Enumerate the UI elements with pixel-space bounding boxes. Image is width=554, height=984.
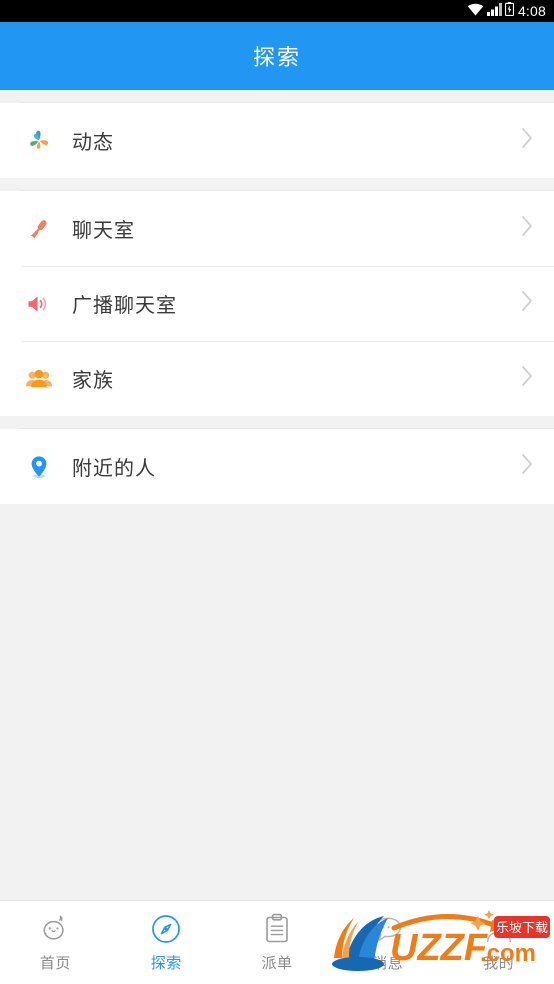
- chevron-right-icon: [521, 127, 534, 154]
- list-item-label: 聊天室: [72, 220, 135, 242]
- nav-tab-home[interactable]: 首页: [0, 901, 111, 984]
- chevron-right-icon: [521, 365, 534, 392]
- location-pin-icon: [22, 450, 56, 484]
- bottom-navigation: 首页 探索 派单 消息 我的: [0, 900, 554, 984]
- face-home-icon: [39, 913, 71, 945]
- chat-bubble-icon: [372, 913, 404, 945]
- list-item-liaotianshi[interactable]: 聊天室: [0, 191, 554, 266]
- nav-tab-messages[interactable]: 消息: [332, 901, 443, 984]
- nav-tab-dispatch[interactable]: 派单: [222, 901, 333, 984]
- list-gap-top: [20, 90, 554, 103]
- list-group-feed: 动态: [0, 103, 554, 178]
- nav-tab-label: 首页: [39, 954, 71, 972]
- chevron-right-icon: [521, 453, 534, 480]
- person-icon: [484, 913, 514, 945]
- list-item-fujinderen[interactable]: 附近的人: [0, 429, 554, 504]
- list-item-jiazu[interactable]: 家族: [0, 341, 554, 416]
- status-bar-time: 4:08: [517, 3, 546, 19]
- status-bar-icons: [467, 1, 515, 21]
- app-header: 探索: [0, 22, 554, 90]
- page-title: 探索: [252, 45, 301, 70]
- nav-tab-label: 探索: [150, 954, 182, 972]
- list-item-label: 广播聊天室: [72, 295, 177, 317]
- group-people-icon: [22, 362, 56, 396]
- clipboard-icon: [262, 913, 292, 945]
- list-item-label: 家族: [72, 370, 114, 392]
- microphone-icon: [22, 212, 56, 246]
- signal-icon: [486, 2, 502, 21]
- nav-tab-label: 我的: [483, 954, 515, 972]
- status-bar: 4:08: [0, 0, 554, 22]
- nav-tab-profile[interactable]: 我的: [443, 901, 554, 984]
- compass-icon: [150, 913, 182, 945]
- pinwheel-icon: [22, 124, 56, 158]
- speaker-icon: [22, 287, 56, 321]
- list-gap-2: [20, 416, 554, 429]
- list-group-nearby: 附近的人: [0, 429, 554, 504]
- wifi-icon: [467, 3, 484, 21]
- nav-tab-label: 派单: [261, 954, 293, 972]
- list-group-rooms: 聊天室 广播聊天室 家族: [0, 191, 554, 416]
- nav-tab-explore[interactable]: 探索: [111, 901, 222, 984]
- explore-list: 动态 聊天室 广播聊天室 家族 附近的人: [0, 90, 554, 900]
- chevron-right-icon: [521, 215, 534, 242]
- list-gap-1: [20, 178, 554, 191]
- list-item-guangbo-liaotianshi[interactable]: 广播聊天室: [0, 266, 554, 341]
- app-screen: 4:08 探索 动态 聊天室 广播聊天室 家族 附近的人 首页 探索 派单 消息…: [0, 0, 554, 984]
- nav-tab-label: 消息: [372, 954, 404, 972]
- battery-charging-icon: [504, 1, 515, 21]
- list-item-dongtai[interactable]: 动态: [0, 103, 554, 178]
- list-item-label: 附近的人: [72, 458, 156, 480]
- chevron-right-icon: [521, 290, 534, 317]
- list-item-label: 动态: [72, 132, 114, 154]
